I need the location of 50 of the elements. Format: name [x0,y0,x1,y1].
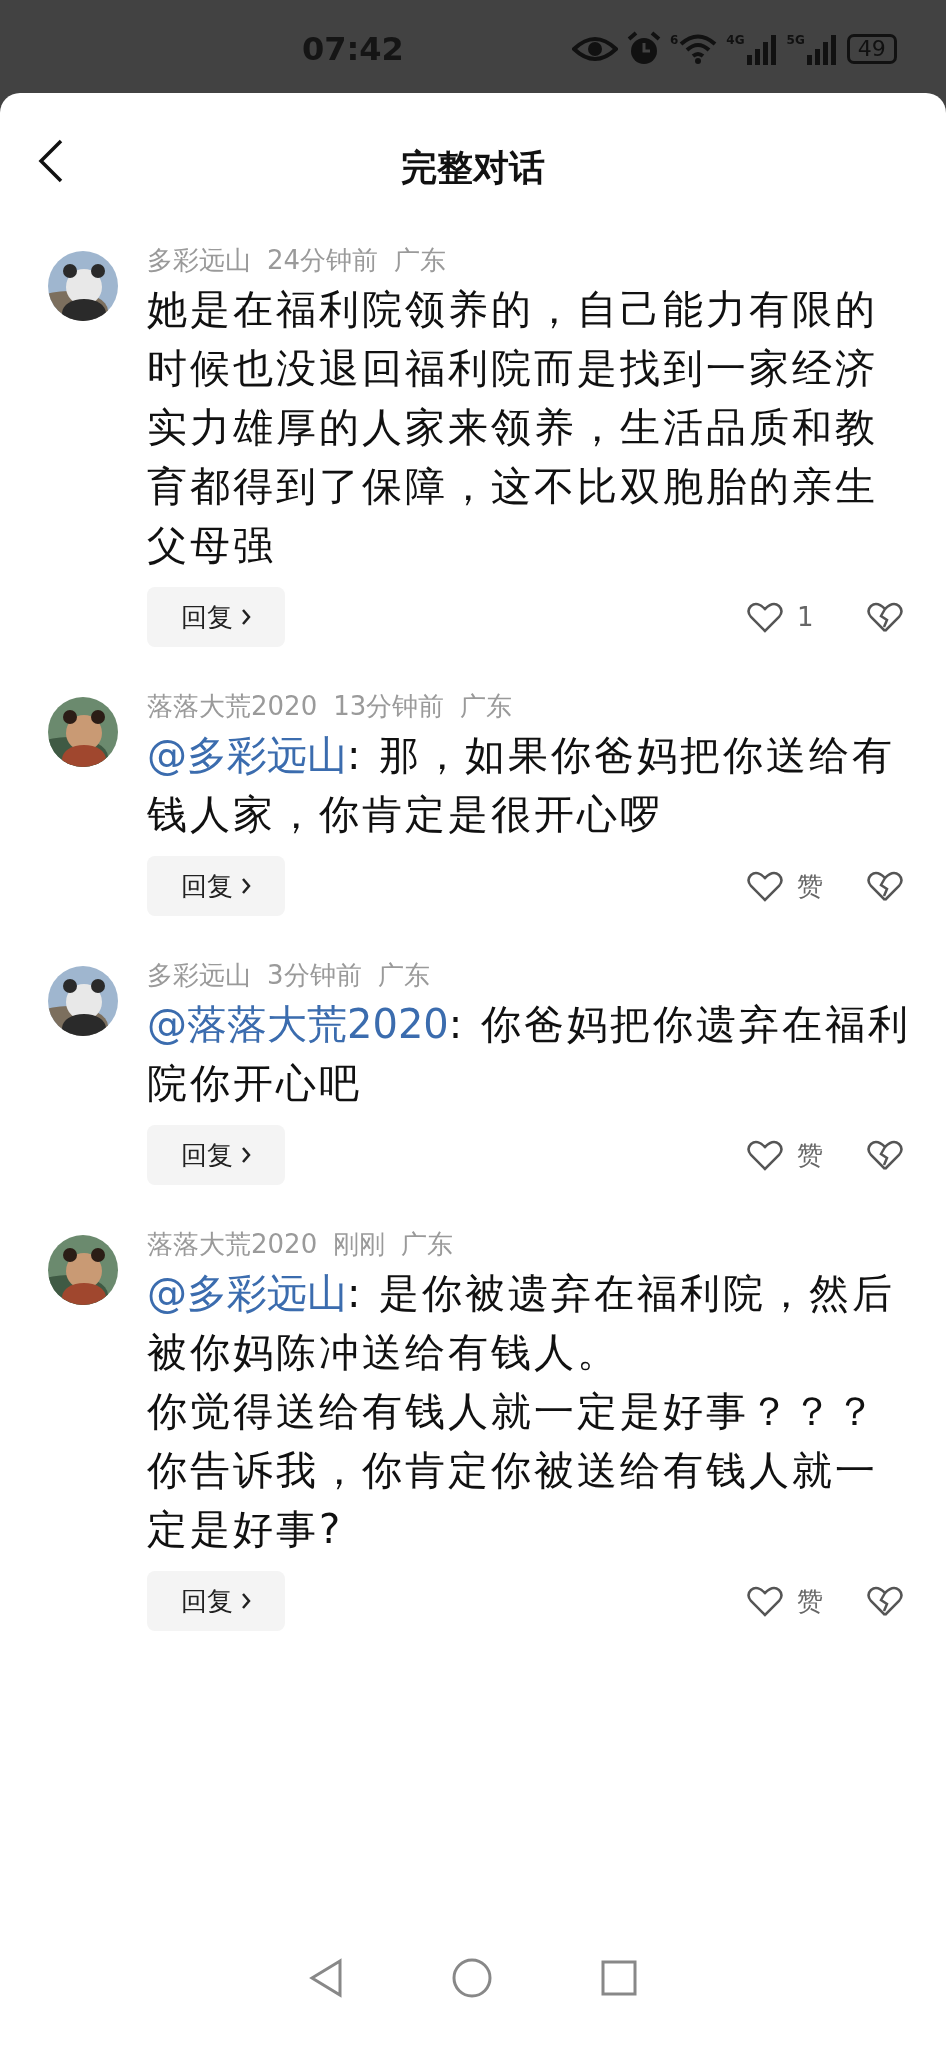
dislike-icon[interactable] [867,1585,903,1617]
reply-button[interactable]: 回复 [147,856,285,916]
reply-button[interactable]: 回复 [147,1125,285,1185]
home-icon[interactable] [451,1957,493,1999]
dislike-icon[interactable] [867,601,903,633]
comment-time: 13分钟前 [333,690,445,723]
like-icon[interactable] [747,1585,783,1617]
comment-text: @多彩远山: 那，如果你爸妈把你送给有钱人家，你肯定是很开心啰 [147,731,897,839]
like-count: 1 [797,602,815,632]
author-name[interactable]: 多彩远山 [147,243,251,278]
chevron-icon [241,877,251,895]
alarm-icon [626,30,662,67]
comment-location: 广东 [394,244,447,277]
recents-icon[interactable] [599,1959,638,1997]
like-icon[interactable] [747,1139,783,1171]
comment-time: 刚刚 [333,1228,386,1261]
chevron-icon [241,608,251,626]
mention-link[interactable]: @落落大荒2020 [147,1001,449,1047]
comment-location: 广东 [460,690,513,723]
comment-text: @多彩远山: 是你被遗弃在福利院，然后被你妈陈冲送给有钱人。 [147,1269,897,1377]
comment-location: 广东 [401,1228,454,1261]
comment-text: 你告诉我，你肯定你被送给有钱人就一定是好事? [147,1446,879,1554]
like-icon[interactable] [747,870,783,902]
dislike-icon[interactable] [867,1139,903,1171]
reply-button[interactable]: 回复 [147,587,285,647]
chevron-icon [241,1592,251,1610]
author-name[interactable]: 落落大荒2020 [147,1227,318,1262]
like-count: 赞 [797,1138,824,1172]
signal-icon [804,32,839,65]
dislike-icon[interactable] [867,870,903,902]
chevron-icon [241,1146,251,1164]
comment-location: 广东 [377,959,430,992]
wifi-icon [678,32,719,65]
author-name[interactable]: 落落大荒2020 [147,689,318,724]
comment-text: @落落大荒2020: 你爸妈把你遗弃在福利院你开心吧 [147,1000,912,1108]
comment-text: 你觉得送给有钱人就一定是好事？？？ [147,1387,879,1436]
mention-link[interactable]: @多彩远山 [147,1270,347,1316]
like-icon[interactable] [747,601,783,633]
comment-time: 24分钟前 [267,244,379,277]
comment-time: 3分钟前 [267,959,362,992]
page-title: 完整对话 [401,145,545,190]
back-icon[interactable] [38,139,64,183]
comment-text: 她是在福利院领养的，自己能力有限的时候也没退回福利院而是找到一家经济实力雄厚的人家来领养，生活品质和教育都得到了保障，这不比双胞胎的亲生父母强 [147,285,879,570]
like-count: 赞 [797,1584,824,1618]
mention-link[interactable]: @多彩远山 [147,732,347,778]
like-count: 赞 [797,869,824,903]
eye-icon [572,34,618,63]
signal-icon [744,32,779,65]
author-name[interactable]: 多彩远山 [147,958,251,993]
reply-button[interactable]: 回复 [147,1571,285,1631]
